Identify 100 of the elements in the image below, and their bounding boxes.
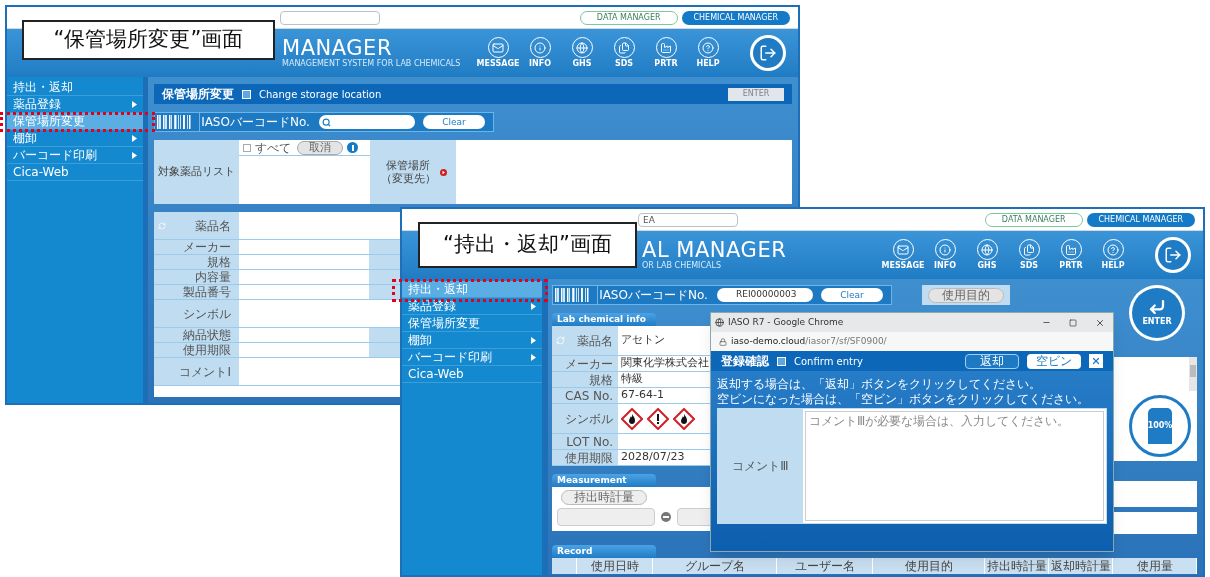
header-icon-button[interactable]: MESSAGE [883,239,923,271]
header-icon-button[interactable]: HELP [1093,239,1133,271]
header-icon-button[interactable]: GHS [967,239,1007,271]
header-icon-button[interactable]: SDS [1009,239,1049,271]
close-button[interactable] [1089,354,1103,368]
logout-icon [759,44,777,62]
header-icon-button[interactable]: PRTR [1051,239,1091,271]
factory-icon [660,41,672,54]
app-title: MANAGER [282,37,392,59]
return-button[interactable]: 返却 [965,353,1019,369]
documents-icon [618,41,630,54]
barcode-input-field[interactable]: REI00000003 [717,288,813,302]
lock-icon [719,337,727,346]
purpose-button[interactable]: 使用目的 [928,287,1004,303]
info-icon [939,243,951,256]
help-icon [702,41,714,54]
header-icon-button[interactable]: GHS [562,37,602,69]
barcode-input-field[interactable] [319,115,415,129]
bottle-fill: 100% [1148,408,1172,444]
header-icon-button[interactable]: HELP [688,37,728,69]
checkout-weigh-button[interactable]: 持出時計量 [561,490,647,505]
arrow-icon [439,168,447,176]
enter-icon [1148,298,1166,316]
factory-icon [1065,243,1077,256]
maximize-icon[interactable] [1069,318,1077,327]
label-cell: 規格 [552,372,618,387]
sidebar-item[interactable]: バーコード印刷 [402,349,542,366]
comment-textarea[interactable]: コメントⅢが必要な場合は、入力してください。 [805,411,1104,521]
header-icon-button[interactable]: SDS [604,37,644,69]
location-label: 保管場所 [386,159,430,172]
manager-tab[interactable]: CHEMICAL MANAGER [681,10,790,25]
header-icon-button[interactable]: MESSAGE [478,37,518,69]
search-icon [322,117,331,127]
callout-label: “保管場所変更”画面 [22,20,275,60]
app-subtitle: OR LAB CHEMICALS [642,261,723,271]
manager-tab[interactable]: DATA MANAGER [984,212,1083,227]
select-all-checkbox[interactable] [243,143,251,152]
scrollbar[interactable] [1189,357,1197,391]
close-icon[interactable] [1095,317,1105,328]
sidebar-item[interactable]: Cica-Web [7,164,143,181]
sidebar-item[interactable]: 棚卸 [7,130,143,147]
weight-input-field[interactable] [557,508,655,526]
address-bar[interactable]: iaso-demo.cloud/iasor7/sf/SF0900/ [711,332,1113,351]
clear-button[interactable]: Clear [821,288,883,302]
label-cell: コメントⅠ [154,358,239,385]
header-icon-button[interactable]: INFO [520,37,560,69]
info-icon [534,41,546,54]
sidebar-item[interactable]: 持出・返却 [7,79,143,96]
header-icon-button[interactable]: PRTR [646,37,686,69]
column-header[interactable]: 使用日時 [577,558,653,574]
panel-icon [242,89,251,99]
label-cell: メーカー [154,240,239,254]
sidebar-item[interactable]: 保管場所変更 [402,315,542,332]
flame-hazard-icon [621,407,643,430]
column-header[interactable]: 使用量 [1113,558,1197,574]
value-text: 67-64-1 [621,387,664,404]
help-icon [1107,243,1119,256]
label-cell: 規格 [154,255,239,269]
column-header[interactable]: 返却時計量 [1049,558,1113,574]
empty-bottle-button[interactable]: 空ビン [1027,353,1081,369]
search-field[interactable] [280,10,380,25]
label-cell: シンボル [154,300,239,327]
column-header[interactable]: 持出時計量 [985,558,1049,574]
callout-label: “持出・返却”画面 [418,222,637,268]
value-text: 特級 [621,371,643,388]
label-cell: LOT No. [552,434,618,449]
sidebar-item[interactable]: Cica-Web [402,366,542,383]
sidebar-item[interactable]: 棚卸 [402,332,542,349]
browser-icon [715,318,724,327]
value-text: 2028/07/23 [621,449,685,466]
label-cell: 対象薬品リスト [154,140,239,204]
manager-tab[interactable]: CHEMICAL MANAGER [1086,212,1195,227]
value-text: 関東化学株式会社 [621,355,709,372]
barcode-label: IASOバーコードNo. [199,113,311,131]
sidebar-item[interactable]: 持出・返却 [402,281,542,298]
header-icon-button[interactable]: INFO [925,239,965,271]
mail-icon [897,243,909,256]
logout-button[interactable] [1155,237,1191,273]
refresh-icon [556,336,565,345]
label-cell: シンボル [552,404,618,433]
label-cell: 薬品名 [154,212,239,239]
column-header[interactable]: 使用目的 [873,558,985,574]
label-cell: 使用期限 [552,450,618,465]
exclamation-hazard-icon [647,407,669,430]
enter-button[interactable]: ENTER [1129,285,1185,341]
logout-button[interactable] [750,35,786,71]
barcode-label: IASOバーコードNo. [597,286,709,304]
refresh-icon [158,221,166,230]
label-cell: CAS No. [552,388,618,403]
dialog-message: 返却する場合は、「返却」ボタンをクリックしてください。 [717,377,1042,392]
sidebar-item[interactable]: バーコード印刷 [7,147,143,164]
minus-icon [661,512,671,522]
column-header[interactable]: グループ名 [653,558,777,574]
cancel-button[interactable]: 取消 [297,140,343,155]
label-cell: 内容量 [154,270,239,284]
search-field[interactable]: EA [638,212,738,227]
clear-button[interactable]: Clear [423,115,485,129]
flame-hazard-icon [673,407,695,430]
column-header[interactable]: ユーザー名 [777,558,873,574]
manager-tab[interactable]: DATA MANAGER [579,10,678,25]
